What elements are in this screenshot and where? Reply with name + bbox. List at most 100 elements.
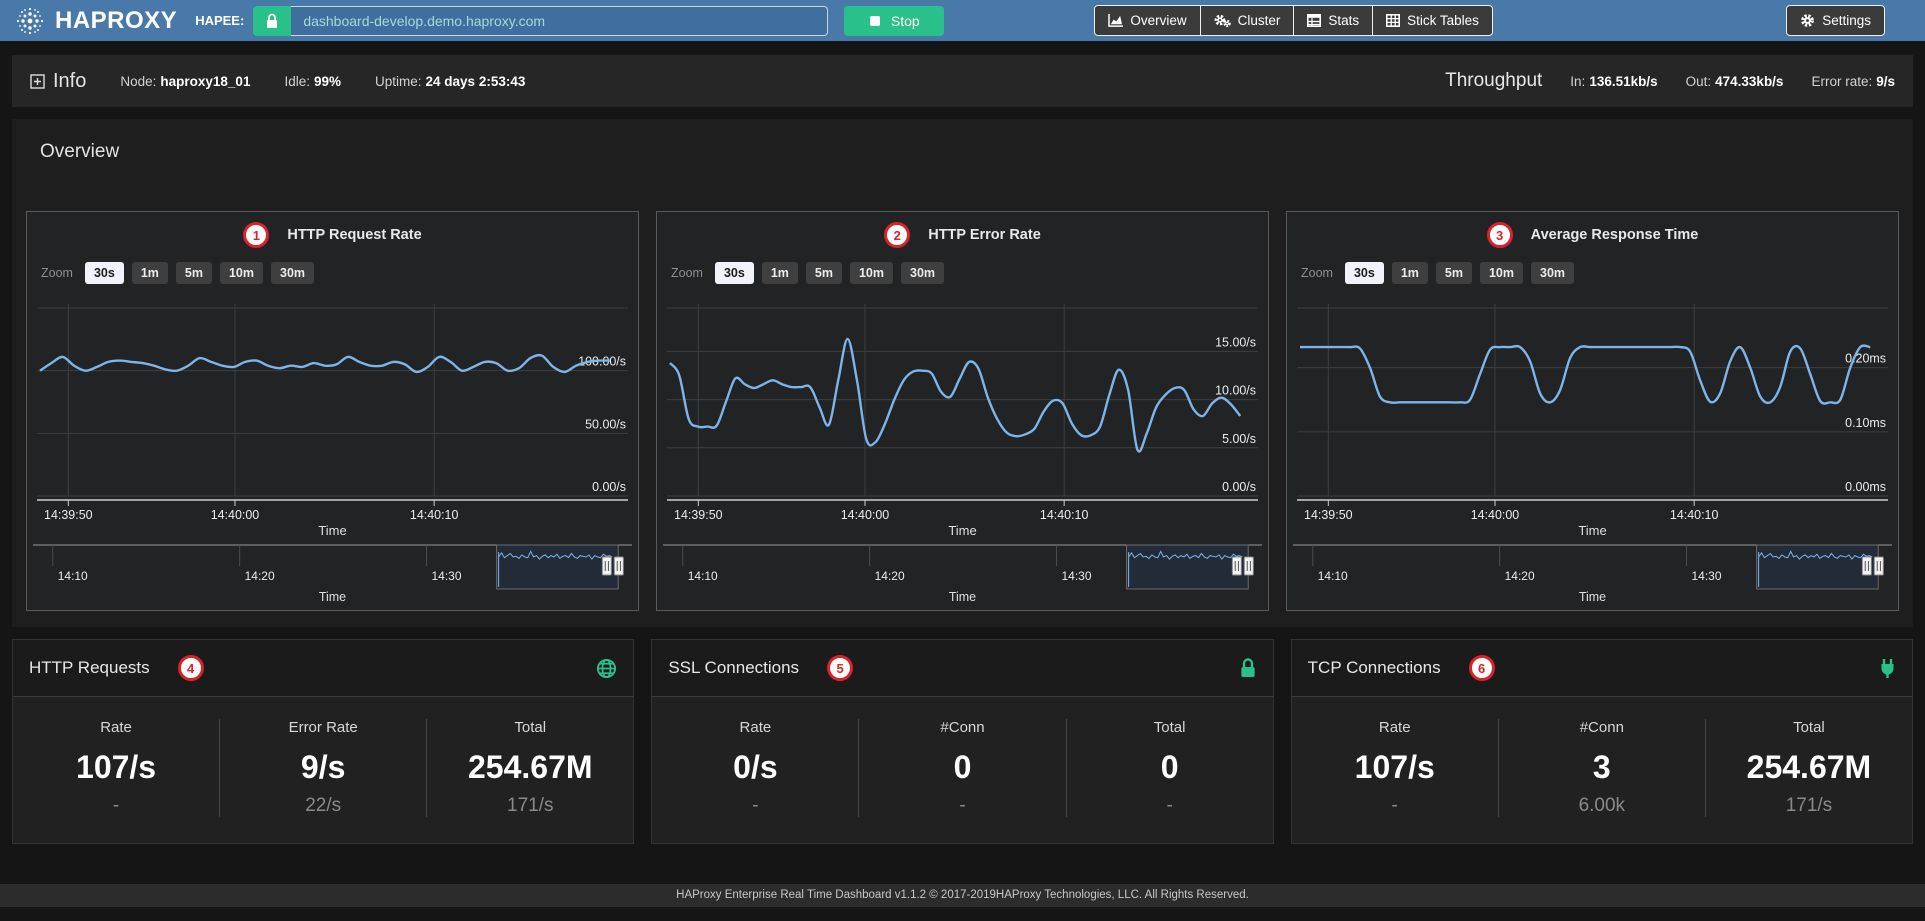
tcp-connections-card: TCP Connections 6 Rate 107/s - #Conn 3 6… [1291, 639, 1913, 844]
lock-button[interactable] [253, 6, 291, 36]
chart-navigator[interactable]: 14:1014:2014:30Time [1293, 542, 1892, 606]
svg-text:15.00/s: 15.00/s [1215, 335, 1256, 349]
svg-text:14:30: 14:30 [1062, 569, 1092, 583]
error-rate-stat: Error rate:9/s [1811, 74, 1895, 89]
svg-text:Time: Time [319, 590, 346, 604]
in-stat: In:136.51kb/s [1570, 74, 1657, 89]
gear-icon [1800, 13, 1815, 28]
svg-text:0.00/s: 0.00/s [1222, 480, 1256, 494]
chart-icon [1108, 14, 1123, 27]
svg-text:14:20: 14:20 [875, 569, 905, 583]
globe-icon [596, 658, 617, 679]
zoom-5m-button[interactable]: 5m [176, 262, 212, 284]
svg-text:50.00/s: 50.00/s [585, 417, 626, 431]
zoom-30m-button[interactable]: 30m [271, 262, 314, 284]
svg-text:14:40:00: 14:40:00 [841, 508, 890, 522]
section-title: Overview [40, 141, 1899, 163]
brand-name: HAPROXY [55, 7, 177, 35]
zoom-30s-button[interactable]: 30s [1345, 262, 1384, 284]
zoom-30m-button[interactable]: 30m [1531, 262, 1574, 284]
zoom-10m-button[interactable]: 10m [850, 262, 893, 284]
svg-text:14:39:50: 14:39:50 [1304, 508, 1353, 522]
svg-text:0.00ms: 0.00ms [1845, 480, 1886, 494]
table-icon [1307, 14, 1321, 27]
card-title: HTTP Requests [29, 658, 150, 678]
chart-title: Average Response Time [1531, 227, 1699, 243]
zoom-1m-button[interactable]: 1m [762, 262, 798, 284]
stop-icon [869, 15, 881, 27]
step-badge: 3 [1487, 222, 1513, 248]
zoom-controls: Zoom 30s 1m 5m 10m 30m [41, 262, 632, 284]
svg-text:14:40:10: 14:40:10 [1670, 508, 1719, 522]
chart-title: HTTP Request Rate [287, 227, 421, 243]
svg-text:14:40:00: 14:40:00 [1471, 508, 1520, 522]
zoom-30s-button[interactable]: 30s [715, 262, 754, 284]
stats-button[interactable]: Stats [1293, 5, 1373, 36]
chart-panel-average-response-time: 3 Average Response Time Zoom 30s 1m 5m 1… [1286, 211, 1899, 611]
card-column: #Conn 0 - [859, 719, 1066, 817]
hapee-label: HAPEE: [195, 13, 244, 28]
card-column: #Conn 3 6.00k [1499, 719, 1706, 817]
out-stat: Out:474.33kb/s [1686, 74, 1784, 89]
overview-section: Overview 1 HTTP Request Rate Zoom 30s 1m… [12, 119, 1913, 627]
cluster-button[interactable]: Cluster [1200, 5, 1295, 36]
zoom-10m-button[interactable]: 10m [220, 262, 263, 284]
zoom-1m-button[interactable]: 1m [132, 262, 168, 284]
card-column: Rate 0/s - [652, 719, 859, 817]
footer-copyright: HAProxy Enterprise Real Time Dashboard v… [0, 884, 1925, 907]
svg-text:Time: Time [949, 590, 976, 604]
zoom-1m-button[interactable]: 1m [1392, 262, 1428, 284]
uptime-stat: Uptime:24 days 2:53:43 [375, 74, 525, 89]
line-chart[interactable]: 14:39:5014:40:0014:40:100.20ms0.10ms0.00… [1293, 300, 1892, 536]
svg-text:14:40:10: 14:40:10 [410, 508, 459, 522]
info-toggle[interactable]: Info [30, 70, 86, 93]
line-chart[interactable]: 14:39:5014:40:0014:40:10100.00/s50.00/s0… [33, 300, 632, 536]
chart-panel-http-request-rate: 1 HTTP Request Rate Zoom 30s 1m 5m 10m 3… [26, 211, 639, 611]
svg-text:14:39:50: 14:39:50 [44, 508, 93, 522]
svg-text:14:39:50: 14:39:50 [674, 508, 723, 522]
svg-text:14:30: 14:30 [432, 569, 462, 583]
card-column: Total 254.67M 171/s [427, 719, 633, 817]
top-navbar: HAPROXY HAPEE: Stop Overview [0, 0, 1925, 41]
svg-text:0.10ms: 0.10ms [1845, 416, 1886, 430]
zoom-30m-button[interactable]: 30m [901, 262, 944, 284]
overview-button[interactable]: Overview [1094, 5, 1200, 36]
card-column: Total 0 - [1067, 719, 1273, 817]
address-input[interactable] [291, 6, 828, 36]
zoom-5m-button[interactable]: 5m [1436, 262, 1472, 284]
svg-text:14:10: 14:10 [688, 569, 718, 583]
zoom-controls: Zoom 30s 1m 5m 10m 30m [1301, 262, 1892, 284]
http-requests-card: HTTP Requests 4 Rate 107/s - Error Rate … [12, 639, 634, 844]
chart-panel-http-error-rate: 2 HTTP Error Rate Zoom 30s 1m 5m 10m 30m… [656, 211, 1269, 611]
chart-navigator[interactable]: 14:10 14:20 14:30 Time [33, 542, 632, 606]
throughput-label: Throughput [1445, 70, 1542, 92]
gears-icon [1214, 13, 1231, 28]
grid-icon [1386, 14, 1400, 27]
svg-text:14:20: 14:20 [245, 569, 275, 583]
chart-navigator[interactable]: 14:10 14:20 14:30 Time [663, 542, 1262, 606]
zoom-10m-button[interactable]: 10m [1480, 262, 1523, 284]
zoom-5m-button[interactable]: 5m [806, 262, 842, 284]
step-badge: 1 [243, 222, 269, 248]
svg-text:14:10: 14:10 [1318, 569, 1348, 583]
stop-button[interactable]: Stop [844, 6, 944, 36]
haproxy-logo: HAPROXY [14, 5, 177, 37]
expand-icon [30, 74, 45, 89]
zoom-controls: Zoom 30s 1m 5m 10m 30m [671, 262, 1262, 284]
settings-button[interactable]: Settings [1786, 5, 1885, 36]
svg-text:14:10: 14:10 [58, 569, 88, 583]
throughput-group: Throughput In:136.51kb/s Out:474.33kb/s … [1445, 70, 1895, 92]
zoom-30s-button[interactable]: 30s [85, 262, 124, 284]
stick-tables-button[interactable]: Stick Tables [1372, 5, 1493, 36]
svg-text:14:40:10: 14:40:10 [1040, 508, 1089, 522]
svg-text:14:20: 14:20 [1505, 569, 1535, 583]
svg-text:14:30: 14:30 [1692, 569, 1722, 583]
step-badge: 4 [178, 655, 204, 681]
info-label: Info [53, 70, 86, 93]
step-badge: 2 [884, 222, 910, 248]
svg-text:Time: Time [948, 523, 976, 536]
line-chart[interactable]: 14:39:5014:40:0014:40:1015.00/s10.00/s5.… [663, 300, 1262, 536]
card-title: SSL Connections [668, 658, 799, 678]
card-title: TCP Connections [1308, 658, 1441, 678]
svg-text:5.00/s: 5.00/s [1222, 432, 1256, 446]
